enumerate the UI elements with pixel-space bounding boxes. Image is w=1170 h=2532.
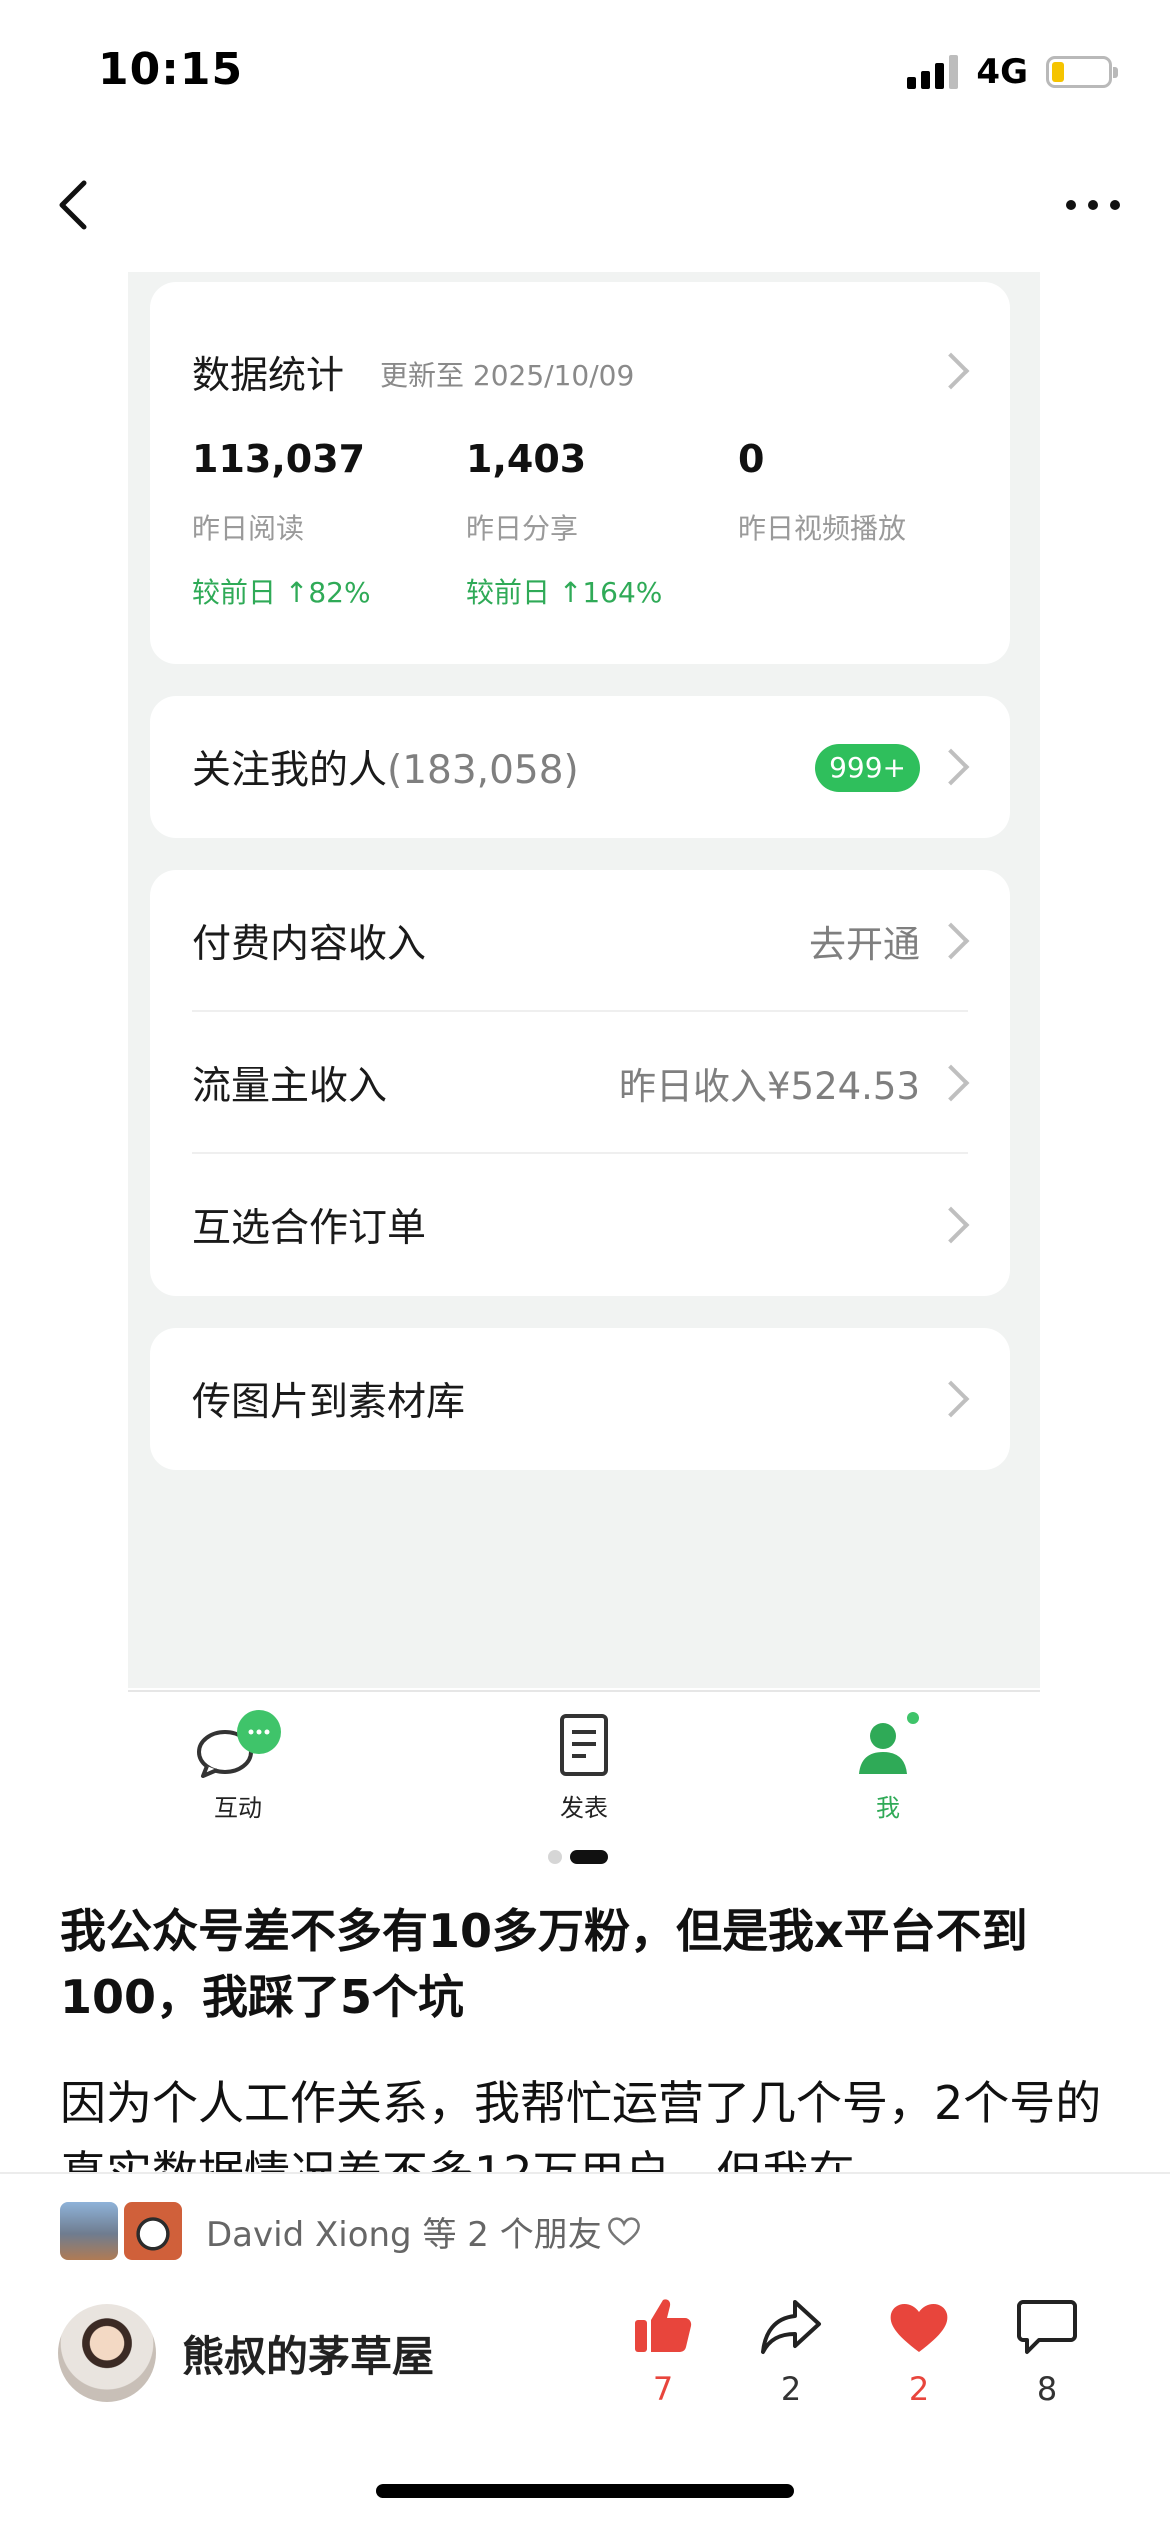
material-card[interactable]: 传图片到素材库 xyxy=(150,1328,1010,1470)
chat-bubble-icon xyxy=(197,1710,281,1778)
bottom-action-bar: David Xiong 等 2 个朋友 熊叔的茅草屋 7 2 2 8 xyxy=(0,2172,1170,2532)
row-value: 去开通 xyxy=(809,923,920,966)
author-info[interactable]: 熊叔的茅草屋 xyxy=(58,2304,434,2402)
embedded-screenshot: 数据统计 更新至 2025/10/09 113,037 昨日阅读 较前日 ↑82… xyxy=(128,272,1040,1688)
income-card: 付费内容收入 去开通 流量主收入 昨日收入¥524.53 互选合作订单 xyxy=(150,870,1010,1296)
favorite-button[interactable]: 2 xyxy=(874,2294,964,2408)
status-bar: 10:15 4G xyxy=(0,0,1170,140)
share-button[interactable]: 2 xyxy=(746,2294,836,2408)
person-icon xyxy=(859,1712,919,1774)
back-icon[interactable] xyxy=(46,175,106,235)
friend-avatar xyxy=(124,2202,182,2260)
stat-label: 昨日视频播放 xyxy=(738,512,907,545)
signal-icon xyxy=(907,55,959,89)
row-label: 付费内容收入 xyxy=(192,922,427,967)
followers-text: 关注我的人 xyxy=(192,748,388,793)
like-button[interactable]: 7 xyxy=(618,2294,708,2408)
stat-value: 113,037 xyxy=(192,437,366,481)
stat-change: 较前日 ↑82% xyxy=(192,576,371,609)
stat-reads: 113,037 昨日阅读 较前日 ↑82% xyxy=(192,437,371,611)
stats-title: 数据统计 xyxy=(192,353,345,397)
status-indicators: 4G xyxy=(907,52,1118,92)
thumbs-up-icon xyxy=(635,2299,692,2352)
stat-label: 昨日分享 xyxy=(466,512,579,545)
stat-change: 较前日 ↑164% xyxy=(466,576,663,609)
avatar[interactable] xyxy=(58,2304,156,2402)
stats-updated-date: 更新至 2025/10/09 xyxy=(380,359,635,392)
row-label: 流量主收入 xyxy=(192,1064,388,1109)
status-time: 10:15 xyxy=(98,44,244,95)
row-label: 传图片到素材库 xyxy=(192,1380,466,1425)
friends-text: David Xiong 等 2 个朋友 xyxy=(206,2214,602,2255)
dot-inactive xyxy=(548,1850,562,1864)
tab-me[interactable]: 我 xyxy=(818,1710,958,1823)
comment-icon xyxy=(1017,2300,1077,2354)
like-count: 7 xyxy=(652,2370,674,2408)
chevron-right-icon xyxy=(932,1380,970,1418)
network-type: 4G xyxy=(976,52,1028,92)
stat-value: 0 xyxy=(738,437,765,481)
stat-shares: 1,403 昨日分享 较前日 ↑164% xyxy=(466,437,662,611)
followers-card[interactable]: 关注我的人(183,058) 999+ xyxy=(150,696,1010,838)
favorite-count: 2 xyxy=(908,2370,930,2408)
battery-icon xyxy=(1046,56,1118,88)
home-indicator xyxy=(376,2484,794,2498)
upload-material-row[interactable]: 传图片到素材库 xyxy=(150,1328,1010,1470)
stat-label: 昨日阅读 xyxy=(192,512,305,545)
stat-value: 1,403 xyxy=(466,437,587,481)
followers-row[interactable]: 关注我的人(183,058) 999+ xyxy=(150,696,1010,838)
comment-button[interactable]: 8 xyxy=(1002,2294,1092,2408)
heart-icon xyxy=(890,2303,948,2352)
author-name[interactable]: 熊叔的茅草屋 xyxy=(182,2323,434,2384)
chevron-right-icon xyxy=(932,922,970,960)
tab-interaction[interactable]: 互动 xyxy=(168,1710,308,1823)
paid-content-income-row[interactable]: 付费内容收入 去开通 xyxy=(150,870,1010,1012)
chevron-right-icon xyxy=(932,748,970,786)
followers-count: (183,058) xyxy=(387,748,579,793)
document-icon xyxy=(560,1714,608,1776)
stats-card[interactable]: 数据统计 更新至 2025/10/09 113,037 昨日阅读 较前日 ↑82… xyxy=(150,282,1010,664)
dot-active xyxy=(570,1850,608,1864)
cooperation-orders-row[interactable]: 互选合作订单 xyxy=(150,1154,1010,1296)
chevron-right-icon xyxy=(932,352,970,390)
chevron-right-icon xyxy=(932,1206,970,1244)
traffic-income-row[interactable]: 流量主收入 昨日收入¥524.53 xyxy=(150,1012,1010,1154)
tab-publish[interactable]: 发表 xyxy=(514,1710,654,1823)
post-title: 我公众号差不多有10多万粉，但是我x平台不到100，我踩了5个坑 xyxy=(60,1904,1028,2024)
followers-badge: 999+ xyxy=(815,744,920,792)
carousel-indicator xyxy=(548,1850,608,1864)
post-body[interactable]: 因为个人工作关系，我帮忙运营了几个号，2个号的真实数据情况差不多12万用户，但我… xyxy=(60,2068,1120,2173)
embedded-tab-bar: 互动 发表 我 xyxy=(128,1690,1040,1830)
row-label: 互选合作订单 xyxy=(192,1206,427,1251)
more-icon[interactable] xyxy=(1050,190,1120,220)
stat-video-plays: 0 昨日视频播放 xyxy=(738,437,906,547)
tab-label: 发表 xyxy=(560,1794,608,1822)
share-count: 2 xyxy=(780,2370,802,2408)
comment-count: 8 xyxy=(1036,2370,1058,2408)
tab-label: 互动 xyxy=(214,1794,262,1822)
chevron-right-icon xyxy=(932,1064,970,1102)
row-value: 昨日收入¥524.53 xyxy=(618,1065,920,1108)
followers-label: 关注我的人(183,058) xyxy=(192,739,579,795)
tab-label: 我 xyxy=(876,1794,900,1822)
share-arrow-icon xyxy=(761,2300,821,2354)
heart-outline-icon xyxy=(607,2217,640,2246)
friends-liked-row[interactable]: David Xiong 等 2 个朋友 xyxy=(60,2202,642,2260)
friend-avatar xyxy=(60,2202,118,2260)
